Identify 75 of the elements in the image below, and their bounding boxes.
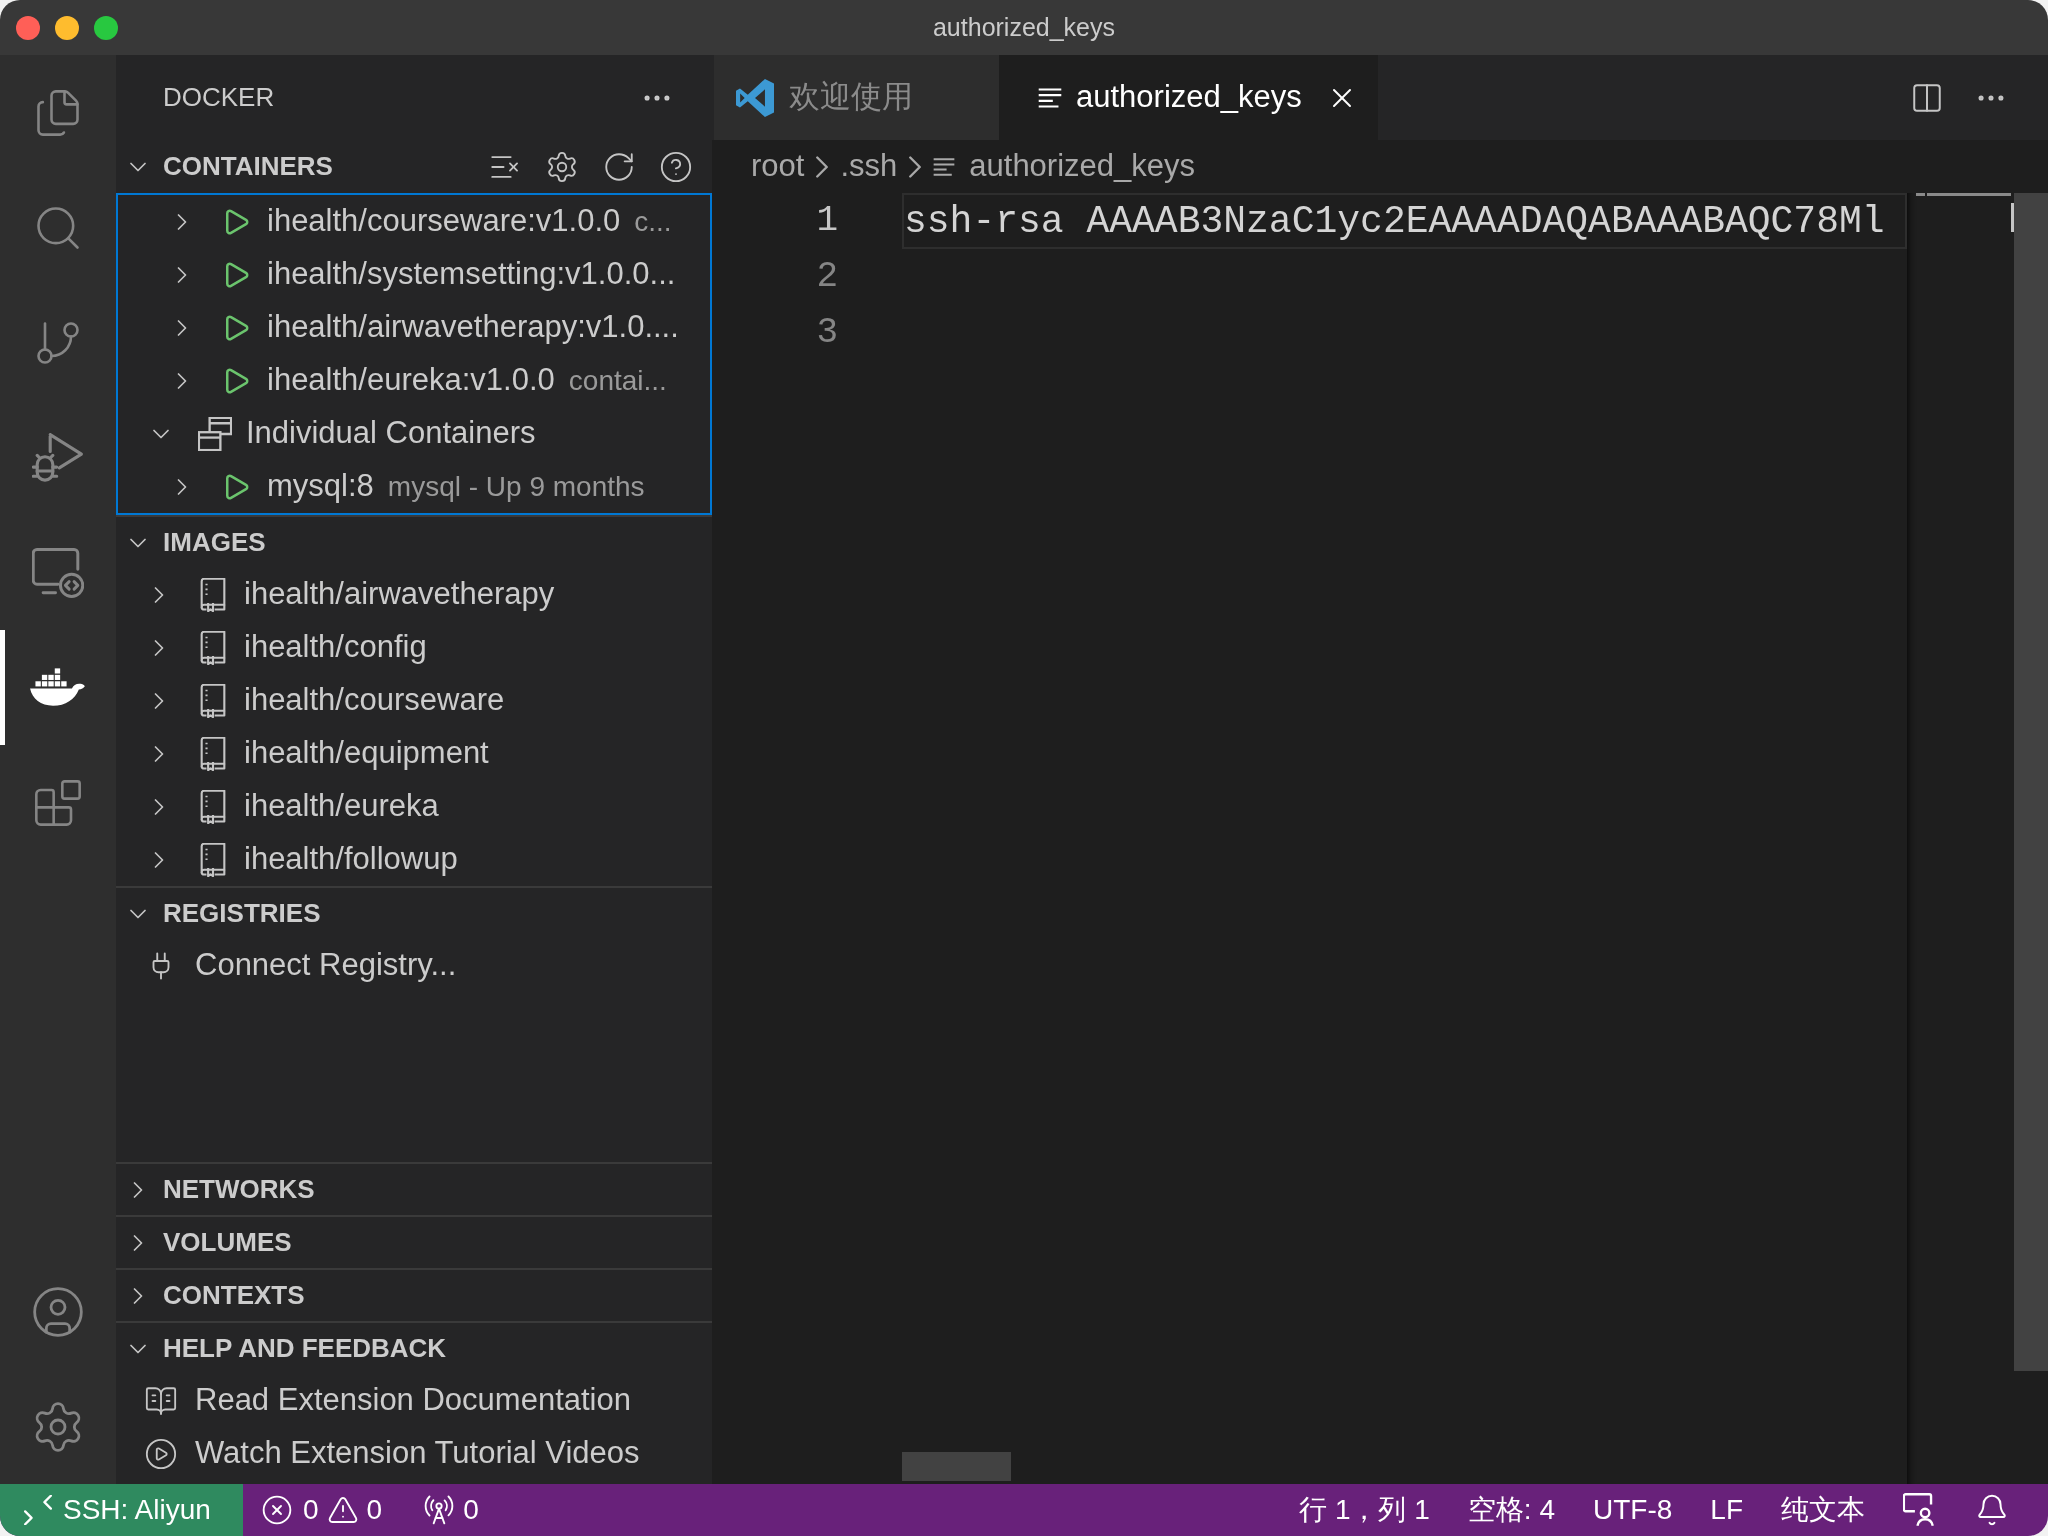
window-title: authorized_keys (932, 11, 1116, 43)
tree-item-label[interactable]: Watch Extension Tutorial Videos (195, 1430, 640, 1477)
line-number: 2 (816, 255, 838, 299)
chevron-right-icon (909, 155, 922, 178)
section-header[interactable]: VOLUMES (124, 1223, 292, 1262)
book-icon (200, 842, 226, 877)
book-icon (200, 736, 226, 771)
breadcrumb-item[interactable]: .ssh (840, 143, 898, 190)
tree-item-label[interactable]: mysql:8 (267, 463, 374, 510)
vertical-scrollbar-thumb[interactable] (2014, 193, 2048, 1371)
settings-icon[interactable] (545, 149, 579, 184)
text-lines-icon (1038, 86, 1062, 109)
tree-item-label[interactable]: ihealth/systemsetting:v1.0.0... (267, 251, 676, 298)
book-icon (200, 789, 226, 824)
sidebar-title: DOCKER (163, 81, 275, 114)
book-icon (200, 630, 226, 665)
tree-item-label[interactable]: Read Extension Documentation (195, 1377, 631, 1424)
warning-icon (326, 1494, 359, 1526)
close-window-icon[interactable] (16, 15, 40, 40)
editor-tab[interactable]: authorized_keys (999, 55, 1378, 140)
section-header[interactable]: IMAGES (124, 523, 266, 562)
tree-item-label[interactable]: ihealth/config (244, 624, 427, 671)
ports-status-button[interactable]: 0 (423, 1489, 479, 1531)
tree-item-label[interactable]: ihealth/airwavetherapy:v1.0.... (267, 304, 679, 351)
book-icon (200, 683, 226, 718)
monitor-icon[interactable] (32, 546, 84, 599)
breadcrumb-item[interactable]: root (751, 143, 805, 190)
help-icon[interactable] (659, 149, 693, 184)
tree-item-description: c... (634, 204, 672, 239)
warnings-status-button[interactable]: 0 (326, 1489, 383, 1531)
line-number: 3 (816, 311, 838, 355)
chevron-right-icon (816, 155, 829, 178)
cursor-position-mark (2011, 203, 2014, 232)
section-header[interactable]: HELP AND FEEDBACK (124, 1329, 447, 1368)
person-bubble-icon[interactable] (1903, 1493, 1937, 1527)
section-header[interactable]: NETWORKS (124, 1170, 315, 1209)
tree-item-label[interactable]: Connect Registry... (195, 942, 457, 989)
tree-item-label[interactable]: ihealth/courseware:v1.0.0 (267, 198, 621, 245)
breadcrumb-item[interactable]: authorized_keys (933, 143, 1196, 190)
language-mode-button[interactable]: 纯文本 (1781, 1489, 1865, 1531)
line-ending-button[interactable]: LF (1710, 1489, 1743, 1531)
zoom-window-icon[interactable] (94, 15, 118, 40)
cursor-position-button[interactable]: 行 1，列 1 (1299, 1489, 1430, 1531)
section-header[interactable]: CONTAINERS (124, 147, 333, 186)
errors-status-button[interactable]: 0 (261, 1489, 319, 1531)
app-logo-icon (736, 78, 774, 117)
minimize-window-icon[interactable] (55, 15, 79, 40)
remote-indicator[interactable]: SSH: Aliyun (0, 1484, 243, 1536)
code-line: ssh-rsa AAAAB3NzaC1yc2EAAAADAQABAAABAQC78Ml (904, 198, 1885, 245)
horizontal-scrollbar-thumb[interactable] (902, 1452, 1011, 1481)
stacked-windows-icon (198, 416, 232, 451)
tree-item-label[interactable]: ihealth/airwavetherapy (244, 571, 555, 618)
indentation-button[interactable]: 空格: 4 (1467, 1489, 1555, 1531)
remote-icon (24, 1495, 52, 1525)
book-icon (200, 577, 226, 612)
encoding-button[interactable]: UTF-8 (1593, 1489, 1673, 1531)
editor-tab[interactable]: 欢迎使用 (714, 55, 999, 140)
play-circle-icon (144, 1436, 178, 1471)
play-bug-icon[interactable] (32, 431, 84, 484)
section-header[interactable]: CONTEXTS (124, 1276, 305, 1315)
section-header[interactable]: REGISTRIES (124, 894, 321, 933)
tree-item-label[interactable]: ihealth/eureka:v1.0.0 (267, 357, 555, 404)
text-lines-icon (933, 156, 956, 177)
error-icon (261, 1494, 293, 1526)
radio-tower-icon (423, 1494, 456, 1526)
line-number: 1 (816, 199, 838, 243)
tree-item-label[interactable]: ihealth/equipment (244, 730, 489, 777)
tree-item-label[interactable]: ihealth/courseware (244, 677, 505, 724)
tree-item-label[interactable]: Individual Containers (246, 410, 536, 457)
tree-item-description: contai... (568, 363, 667, 398)
whale-icon[interactable] (29, 668, 87, 707)
tree-item-label[interactable]: ihealth/followup (244, 836, 458, 883)
tree-item-description: mysql - Up 9 months (387, 469, 645, 504)
tree-item-label[interactable]: ihealth/eureka (244, 783, 439, 830)
bell-icon[interactable] (1975, 1493, 2009, 1527)
